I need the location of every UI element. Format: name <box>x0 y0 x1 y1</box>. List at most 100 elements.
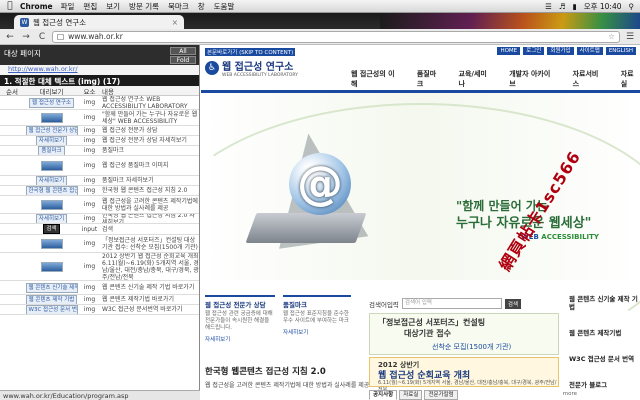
table-row[interactable]: 한국형 웹 콘텐츠 접근성 지침 img 한국형 웹 콘텐츠 접근성 지침 2.0 <box>0 186 199 196</box>
table-row[interactable]: 웹 접근성 전문가 상담 img 웹 접근성 전문가 상담 <box>0 126 199 136</box>
row-element-type: img <box>83 137 96 144</box>
row-content: 「정보접근성 서포터즈」컨설팅 대상기관 접수: 선착순 모집(1500개 기관… <box>102 236 198 251</box>
wheelchair-icon: ♿ <box>205 61 219 75</box>
menu-file[interactable]: 파일 <box>61 1 75 12</box>
row-content: 웹 접근성 연구소 WEB ACCESSIBILITY LABORATORY <box>102 96 188 110</box>
table-row[interactable]: img "함께 만들어 가는 누구나 자유로운 웹세상" WEB ACCESSIB… <box>0 110 199 126</box>
col-content: 내용 <box>102 87 114 96</box>
url-text[interactable]: www.wah.or.kr <box>68 32 123 41</box>
at-sign-graphic: @ <box>289 153 351 215</box>
supporters-banner[interactable]: 「정보접근성 서포터즈」컨설팅 대상기관 접수 선착순 모집(1500개 기관) <box>369 313 559 355</box>
forward-button[interactable]: → <box>20 32 32 42</box>
quick-link-techniques[interactable]: 웹 콘텐츠 제작기법 <box>569 329 640 337</box>
row-element-type: img <box>83 99 96 106</box>
table-row[interactable]: 웹 콘텐츠 신기술 제작 기법 img 웹 콘텐츠 신기술 제작 기법 바로가기 <box>0 281 199 295</box>
tab-close-icon[interactable]: × <box>172 18 178 27</box>
row-preview: 웹 콘텐츠 신기술 제작 기법 <box>24 282 79 293</box>
row-preview: 검색 <box>24 224 79 234</box>
table-row[interactable]: 자세히보기 img 한국형 웹 콘텐츠 접근성 지침 2.0 자세히보기 <box>0 214 199 224</box>
row-content: 품질마크 <box>102 147 125 154</box>
search-icon[interactable]: ⚲ <box>629 2 635 11</box>
nav-services[interactable]: 자료서비스 <box>573 69 605 89</box>
tab-notice[interactable]: 공지사항 <box>369 390 398 400</box>
row-preview <box>24 199 79 210</box>
tab-title: 웹 접근성 연구소 <box>33 17 87 27</box>
bookmark-star-icon[interactable]: ☆ <box>608 32 615 41</box>
row-content: 웹 접근성 전문가 상담 자세히보기 <box>102 137 187 144</box>
apple-icon[interactable]:  <box>0 1 20 11</box>
menu-edit[interactable]: 편집 <box>83 1 97 12</box>
col-preview: 대리보기 <box>39 87 64 96</box>
menu-bookmarks[interactable]: 북마크 <box>168 1 189 12</box>
menu-view[interactable]: 보기 <box>106 1 120 12</box>
row-content: 웹 접근성 전문가 상담 <box>102 127 158 134</box>
quick-link-w3c[interactable]: W3C 접근성 문서 번역 <box>569 355 640 363</box>
menu-help[interactable]: 도움말 <box>214 1 235 12</box>
site-logo[interactable]: ♿ 웹 접근성 연구소 WEB ACCESSIBILITY LABORATORY <box>205 58 325 78</box>
section-heading[interactable]: 1. 적절한 대체 텍스트 (img) (17) <box>0 75 199 86</box>
nav-education[interactable]: 교육/세미나 <box>459 69 494 89</box>
battery-icon[interactable]: ▮ <box>573 2 577 11</box>
quick-link-blog[interactable]: 전문가 블로그 <box>569 381 640 389</box>
consult-more-link[interactable]: 자세히보기 <box>205 335 275 343</box>
tab-library[interactable]: 자료실 <box>399 390 423 400</box>
top-link-sitemap[interactable]: 사이트맵 <box>576 47 603 55</box>
row-element-type: img <box>83 162 96 169</box>
target-url[interactable]: http://www.wah.or.kr/ <box>0 65 199 75</box>
nav-library[interactable]: 자료실 <box>621 69 640 89</box>
quality-mark-box: 품질마크 웹 접근성 표준지침을 준수한 우수 사이트에 부여하는 마크 자세히… <box>283 295 351 375</box>
volume-icon[interactable]: ♬ <box>559 2 566 11</box>
table-row[interactable]: 자세히보기 img 웹 접근성 전문가 상담 자세히보기 <box>0 136 199 146</box>
quality-more-link[interactable]: 자세히보기 <box>283 328 351 336</box>
guideline-title[interactable]: 한국형 웹콘텐츠 접근성 지침 2.0 <box>205 365 355 377</box>
browser-tab[interactable]: W 웹 접근성 연구소 × <box>14 15 184 29</box>
back-button[interactable]: ← <box>4 32 16 42</box>
quality-title[interactable]: 품질마크 <box>283 297 351 311</box>
menu-app-name[interactable]: Chrome <box>20 2 53 11</box>
skip-link[interactable]: 본문바로가기 (SKIP TO CONTENT) <box>205 48 296 56</box>
preview-thumbnail <box>40 199 63 210</box>
table-row[interactable]: 웹 접근성 연구소 img 웹 접근성 연구소 WEB ACCESSIBILITY … <box>0 96 199 110</box>
top-link-login[interactable]: 로그인 <box>523 47 545 55</box>
table-row[interactable]: img 웹 접근성을 고려한 콘텐츠 제작기법에 대한 방법과 실사례를 제공 <box>0 196 199 214</box>
menu-clock[interactable]: 오후 10:40 <box>584 1 622 12</box>
menu-history[interactable]: 방문 기록 <box>129 1 159 12</box>
nav-quality-mark[interactable]: 품질마크 <box>417 69 443 89</box>
table-row[interactable]: 자세히보기 img 품질마크 자세히보기 <box>0 176 199 186</box>
preview-thumbnail: 품질마크 <box>38 146 65 155</box>
nav-understanding[interactable]: 웹 접근성의 이해 <box>351 69 401 89</box>
nav-dev-archive[interactable]: 개발자 아카이브 <box>509 69 556 89</box>
wrench-icon[interactable]: ☰ <box>624 32 636 42</box>
all-button[interactable]: All <box>170 47 196 55</box>
consult-title[interactable]: 웹 접근성 전문가 상담 <box>205 297 275 311</box>
reload-button[interactable]: C <box>36 32 48 42</box>
table-row[interactable]: img 2012 상반기 웹 접근성 순회교육 개최 6.11(월)~6.19(화… <box>0 253 199 281</box>
address-bar[interactable]: □ www.wah.or.kr ☆ <box>52 30 620 43</box>
wifi-icon[interactable]: ☰ <box>545 2 552 11</box>
tab-column[interactable]: 전문가칼럼 <box>424 390 458 400</box>
table-row[interactable]: 웹 콘텐츠 제작 기법 img 웹 콘텐츠 제작기법 바로가기 <box>0 295 199 305</box>
panel-header: 대상 페이지 All Fold <box>0 45 199 65</box>
toolbar: ← → C □ www.wah.or.kr ☆ ☰ <box>0 29 640 45</box>
top-links: HOME 로그인 회원가입 사이트맵 ENGLISH <box>497 47 636 55</box>
quick-link-new-tech[interactable]: 웹 콘텐츠 신기술 제작 기법 <box>569 295 640 311</box>
top-link-english[interactable]: ENGLISH <box>605 47 636 55</box>
row-preview: 웹 콘텐츠 제작 기법 <box>24 295 79 304</box>
search-button[interactable]: 검색 <box>504 298 522 309</box>
fold-button[interactable]: Fold <box>170 56 196 64</box>
row-content: 한국형 웹 콘텐츠 접근성 지침 2.0 자세히보기 <box>102 214 195 224</box>
top-link-join[interactable]: 회원가입 <box>547 47 574 55</box>
menu-window[interactable]: 창 <box>198 1 205 12</box>
row-preview: 웹 접근성 전문가 상담 <box>24 126 79 135</box>
board-tabs: 공지사항 자료실 전문가칼럼 more <box>369 390 580 400</box>
table-row[interactable]: W3C 접근성 문서 번역 img W3C 접근성 문서번역 바로가기 <box>0 305 199 315</box>
top-link-home[interactable]: HOME <box>497 47 521 55</box>
table-row[interactable]: 검색 input 검색 <box>0 224 199 235</box>
table-row[interactable]: 품질마크 img 품질마크 <box>0 146 199 156</box>
table-row[interactable]: img 웹 접근성 품질마크 이미지 <box>0 156 199 176</box>
search-input[interactable]: 검색어 입력 <box>401 298 502 309</box>
row-preview: 자세히보기 <box>24 136 79 145</box>
education-banner[interactable]: 2012 상반기 웹 접근성 순회교육 개최 6.11(월)~6.19(화) 5… <box>369 357 559 393</box>
row-content: 검색 <box>102 225 114 233</box>
table-row[interactable]: img 「정보접근성 서포터즈」컨설팅 대상기관 접수: 선착순 모집(1500개… <box>0 235 199 253</box>
